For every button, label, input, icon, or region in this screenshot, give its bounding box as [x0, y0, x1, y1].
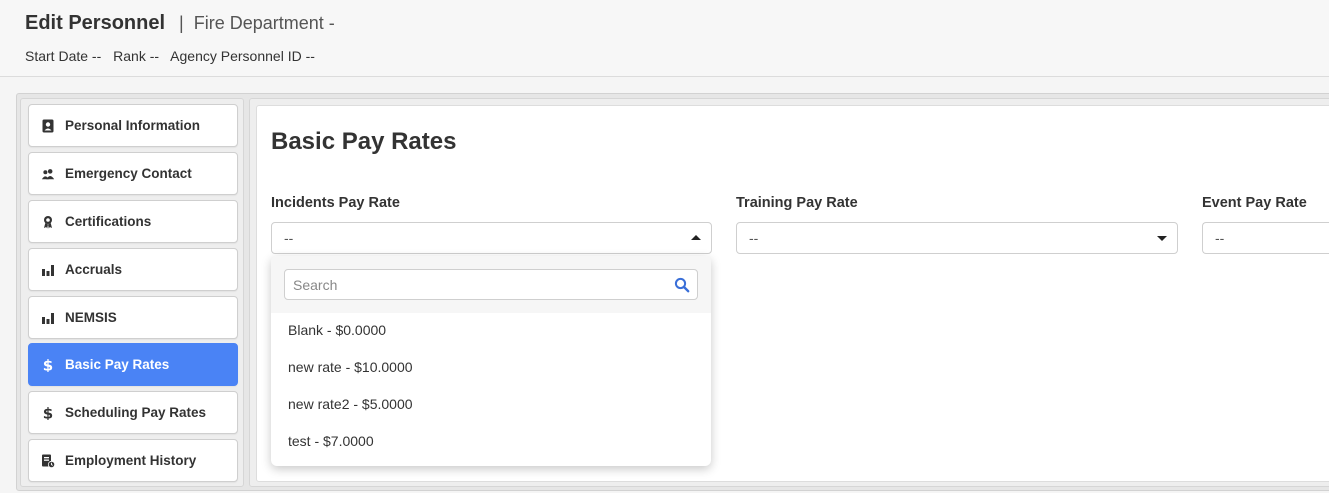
event-pay-rate-select[interactable]: --: [1202, 222, 1329, 254]
sidebar-item-label: Accruals: [65, 262, 123, 277]
sidebar-item-basic-pay-rates[interactable]: $ Basic Pay Rates: [28, 343, 238, 386]
select-value: --: [284, 230, 294, 246]
dropdown-search-area: [271, 256, 711, 313]
sidebar-item-employment-history[interactable]: Employment History: [28, 439, 238, 482]
incidents-pay-rate-dropdown: Blank - $0.0000 new rate - $10.0000 new …: [271, 256, 711, 466]
sidebar-item-emergency-contact[interactable]: Emergency Contact: [28, 152, 238, 195]
sidebar-item-accruals[interactable]: Accruals: [28, 248, 238, 291]
svg-text:$: $: [43, 358, 53, 372]
history-document-icon: [41, 454, 55, 468]
section-title: Basic Pay Rates: [271, 128, 457, 155]
sidebar-item-label: Personal Information: [65, 118, 201, 133]
sidebar-item-label: Emergency Contact: [65, 166, 192, 181]
sidebar-item-personal-information[interactable]: Personal Information: [28, 104, 238, 147]
select-value: --: [1215, 230, 1225, 246]
bar-chart-icon: [41, 311, 55, 325]
sidebar-item-certifications[interactable]: Certifications: [28, 200, 238, 243]
incidents-pay-rate-label: Incidents Pay Rate: [271, 195, 400, 211]
users-icon: [41, 167, 55, 181]
sidebar-item-label: NEMSIS: [65, 310, 117, 325]
page-header: Edit Personnel | Fire Department - Start…: [0, 0, 1329, 77]
sidebar-item-scheduling-pay-rates[interactable]: $ Scheduling Pay Rates: [28, 391, 238, 434]
personnel-meta: Start Date -- Rank -- Agency Personnel I…: [25, 48, 323, 64]
agency-personnel-id: Agency Personnel ID --: [170, 48, 315, 64]
dollar-icon: $: [41, 406, 55, 420]
sidebar-item-label: Basic Pay Rates: [65, 357, 170, 372]
caret-down-icon: [1157, 236, 1167, 241]
search-icon[interactable]: [674, 277, 690, 293]
sidebar-item-label: Employment History: [65, 453, 197, 468]
bar-chart-icon: [41, 263, 55, 277]
select-value: --: [749, 230, 759, 246]
training-pay-rate-label: Training Pay Rate: [736, 195, 858, 211]
dropdown-option[interactable]: new rate - $10.0000: [271, 348, 711, 385]
contact-card-icon: [41, 119, 55, 133]
sidebar-item-label: Certifications: [65, 214, 152, 229]
award-icon: [41, 215, 55, 229]
rank: Rank --: [113, 48, 160, 64]
incidents-pay-rate-select[interactable]: --: [271, 222, 712, 254]
event-pay-rate-label: Event Pay Rate: [1202, 195, 1307, 211]
title-row: Edit Personnel | Fire Department -: [25, 12, 335, 35]
training-pay-rate-select[interactable]: --: [736, 222, 1178, 254]
dropdown-option[interactable]: Blank - $0.0000: [271, 311, 711, 348]
svg-text:$: $: [43, 406, 53, 420]
title-separator: |: [179, 13, 184, 33]
dropdown-option[interactable]: new rate2 - $5.0000: [271, 385, 711, 422]
start-date: Start Date --: [25, 48, 102, 64]
page-title-main: Edit Personnel: [25, 12, 166, 34]
department-name: Fire Department -: [193, 13, 335, 33]
dropdown-option[interactable]: test - $7.0000: [271, 422, 711, 459]
caret-up-icon: [691, 235, 701, 240]
sidebar-item-label: Scheduling Pay Rates: [65, 405, 207, 420]
sidebar-item-nemsis[interactable]: NEMSIS: [28, 296, 238, 339]
dropdown-search-input[interactable]: [284, 269, 698, 300]
dollar-icon: $: [41, 358, 55, 372]
